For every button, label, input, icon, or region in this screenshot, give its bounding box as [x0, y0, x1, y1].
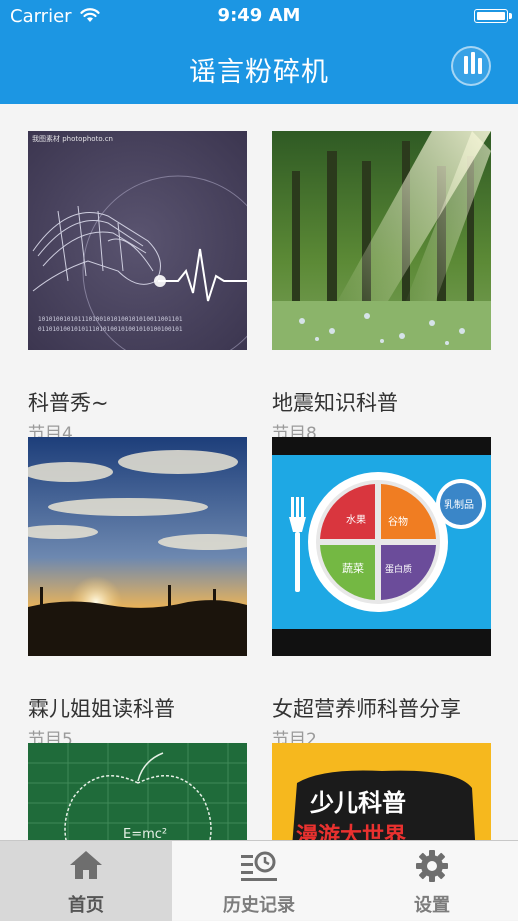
tab-bar: 首页 历史记录 设置 [0, 840, 518, 921]
header: Carrier 9:49 AM 谣言粉碎机 [0, 0, 518, 104]
bar-chart-icon [464, 56, 468, 74]
plate-label-fruit: 水果 [346, 514, 366, 526]
status-time: 9:49 AM [217, 5, 301, 26]
page-title: 谣言粉碎机 [189, 57, 329, 88]
tab-home[interactable]: 首页 [0, 841, 172, 921]
program-title: 科普秀~ [28, 391, 109, 415]
program-title: 霖儿姐姐读科普 [28, 697, 175, 721]
chalk-formula-text: E=mc² [123, 827, 167, 840]
tab-settings[interactable]: 设置 [346, 841, 518, 921]
plate-label-veg: 蔬菜 [342, 562, 364, 575]
svg-text:101010010101110100101010010101: 1010100101011101001010100101010011001101 [38, 316, 183, 323]
tab-history[interactable]: 历史记录 [173, 841, 345, 921]
bar-chart-icon-bar [478, 58, 482, 74]
program-title: 女超营养师科普分享 [272, 697, 461, 721]
history-icon [241, 851, 277, 881]
kids-science-comic-image: 少儿科普 漫游大世界 [272, 743, 491, 840]
wireframe-hand-image: 1010100101011101001010100101010011001101… [28, 131, 247, 350]
plate-label-protein: 蛋白质 [385, 563, 412, 575]
program-title: 地震知识科普 [272, 391, 398, 415]
chalkboard-apple-image: E=mc² [28, 743, 247, 840]
svg-text:011010100101011101010010100101: 0110101001010111010100101001010100100101 [38, 326, 183, 333]
plate-label-grain: 谷物 [388, 515, 408, 528]
home-icon [70, 851, 102, 879]
poster-title-line2: 漫游大世界 [296, 823, 406, 840]
battery-icon [474, 9, 512, 23]
gear-icon [416, 850, 448, 882]
bar-chart-icon-bar [471, 52, 475, 74]
plate-label-dairy: 乳制品 [444, 498, 474, 511]
program-grid: 1010100101011101001010100101010011001101… [0, 104, 518, 840]
status-bar: Carrier 9:49 AM [0, 0, 518, 34]
tab-label: 设置 [414, 895, 450, 916]
tab-label: 历史记录 [223, 895, 295, 916]
stats-button[interactable] [451, 46, 491, 86]
poster-title-line1: 少儿科普 [309, 789, 406, 817]
nutrition-plate-image: 水果 谷物 蔬菜 蛋白质 乳制品 [272, 437, 491, 656]
watermark-text: 我图素材 photophoto.cn [32, 134, 113, 143]
forest-sunlight-image [272, 131, 491, 350]
sunset-sky-image [28, 437, 247, 656]
tab-label: 首页 [68, 895, 104, 916]
